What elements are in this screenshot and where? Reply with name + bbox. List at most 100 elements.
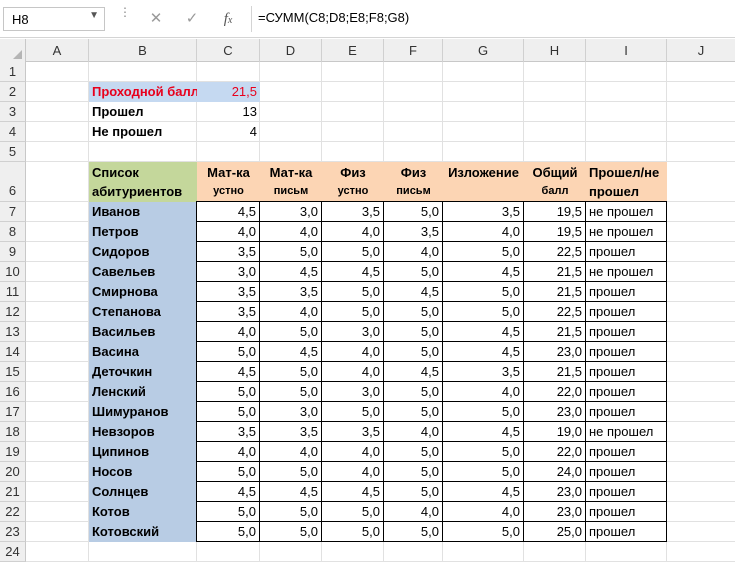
row-header-22[interactable]: 22: [0, 502, 26, 522]
score-physics-written[interactable]: 5,0: [384, 442, 443, 462]
row-header-19[interactable]: 19: [0, 442, 26, 462]
column-header-i[interactable]: I: [586, 39, 667, 62]
score-essay[interactable]: 3,5: [443, 362, 524, 382]
column-header-d[interactable]: D: [260, 39, 322, 62]
row-header-9[interactable]: 9: [0, 242, 26, 262]
header-math-written[interactable]: Мат-ка письм: [260, 162, 322, 202]
column-header-f[interactable]: F: [384, 39, 443, 62]
column-header-b[interactable]: B: [89, 39, 197, 62]
score-math-oral[interactable]: 3,5: [197, 282, 260, 302]
cancel-icon[interactable]: ✕: [142, 8, 170, 30]
score-physics-oral[interactable]: 3,0: [322, 322, 384, 342]
score-math-written[interactable]: 4,0: [260, 222, 322, 242]
score-math-written[interactable]: 5,0: [260, 522, 322, 542]
score-physics-oral[interactable]: 5,0: [322, 302, 384, 322]
score-physics-oral[interactable]: 5,0: [322, 402, 384, 422]
header-math-oral[interactable]: Мат-ка устно: [197, 162, 260, 202]
row-header-18[interactable]: 18: [0, 422, 26, 442]
row-header-15[interactable]: 15: [0, 362, 26, 382]
score-essay[interactable]: 3,5: [443, 202, 524, 222]
result-status[interactable]: прошел: [586, 382, 667, 402]
score-math-written[interactable]: 4,0: [260, 302, 322, 322]
score-math-written[interactable]: 3,0: [260, 202, 322, 222]
score-essay[interactable]: 4,5: [443, 262, 524, 282]
score-essay[interactable]: 4,0: [443, 222, 524, 242]
column-header-j[interactable]: J: [667, 39, 735, 62]
score-physics-oral[interactable]: 4,5: [322, 482, 384, 502]
score-physics-oral[interactable]: 4,0: [322, 342, 384, 362]
score-math-oral[interactable]: 5,0: [197, 462, 260, 482]
score-math-written[interactable]: 4,5: [260, 262, 322, 282]
score-total[interactable]: 23,0: [524, 482, 586, 502]
result-status[interactable]: прошел: [586, 502, 667, 522]
row-header-14[interactable]: 14: [0, 342, 26, 362]
score-physics-oral[interactable]: 5,0: [322, 242, 384, 262]
score-math-oral[interactable]: 5,0: [197, 502, 260, 522]
score-physics-written[interactable]: 5,0: [384, 322, 443, 342]
row-header-20[interactable]: 20: [0, 462, 26, 482]
score-essay[interactable]: 5,0: [443, 242, 524, 262]
score-total[interactable]: 23,0: [524, 342, 586, 362]
score-math-oral[interactable]: 3,5: [197, 242, 260, 262]
score-total[interactable]: 22,5: [524, 302, 586, 322]
score-physics-oral[interactable]: 4,0: [322, 442, 384, 462]
passed-count[interactable]: 13: [197, 102, 260, 122]
student-name[interactable]: Савельев: [89, 262, 197, 282]
score-math-oral[interactable]: 3,5: [197, 422, 260, 442]
row-header-3[interactable]: 3: [0, 102, 26, 122]
score-physics-oral[interactable]: 4,0: [322, 362, 384, 382]
score-math-written[interactable]: 3,0: [260, 402, 322, 422]
score-math-oral[interactable]: 3,5: [197, 302, 260, 322]
score-math-written[interactable]: 5,0: [260, 362, 322, 382]
student-name[interactable]: Иванов: [89, 202, 197, 222]
score-total[interactable]: 23,0: [524, 502, 586, 522]
score-math-written[interactable]: 3,5: [260, 422, 322, 442]
score-math-written[interactable]: 4,5: [260, 482, 322, 502]
row-header-6[interactable]: 6: [0, 162, 26, 202]
row-header-5[interactable]: 5: [0, 142, 26, 162]
score-physics-oral[interactable]: 3,5: [322, 202, 384, 222]
result-status[interactable]: прошел: [586, 442, 667, 462]
chevron-down-icon[interactable]: ▼: [89, 10, 99, 21]
row-header-1[interactable]: 1: [0, 62, 26, 82]
score-essay[interactable]: 4,0: [443, 502, 524, 522]
score-total[interactable]: 19,5: [524, 222, 586, 242]
score-math-oral[interactable]: 3,0: [197, 262, 260, 282]
result-status[interactable]: не прошел: [586, 222, 667, 242]
result-status[interactable]: прошел: [586, 362, 667, 382]
score-essay[interactable]: 5,0: [443, 442, 524, 462]
passing-score-label[interactable]: Проходной балл: [89, 82, 197, 102]
score-math-written[interactable]: 3,5: [260, 282, 322, 302]
score-math-written[interactable]: 5,0: [260, 382, 322, 402]
column-header-g[interactable]: G: [443, 39, 524, 62]
insert-function-icon[interactable]: fx: [214, 8, 242, 30]
result-status[interactable]: прошел: [586, 242, 667, 262]
score-physics-written[interactable]: 5,0: [384, 262, 443, 282]
student-name[interactable]: Петров: [89, 222, 197, 242]
score-essay[interactable]: 5,0: [443, 522, 524, 542]
column-header-h[interactable]: H: [524, 39, 586, 62]
score-total[interactable]: 25,0: [524, 522, 586, 542]
score-total[interactable]: 22,0: [524, 442, 586, 462]
student-name[interactable]: Сидоров: [89, 242, 197, 262]
formula-input[interactable]: =СУММ(C8;D8;E8;F8;G8): [258, 10, 409, 25]
score-math-oral[interactable]: 5,0: [197, 342, 260, 362]
select-all-button[interactable]: [0, 39, 26, 62]
result-status[interactable]: прошел: [586, 322, 667, 342]
sheet-grid[interactable]: Проходной балл 21,5 Прошел 13 Не прошел 4 Спис…: [26, 62, 735, 562]
score-math-oral[interactable]: 5,0: [197, 402, 260, 422]
student-name[interactable]: Деточкин: [89, 362, 197, 382]
row-header-10[interactable]: 10: [0, 262, 26, 282]
score-total[interactable]: 24,0: [524, 462, 586, 482]
score-total[interactable]: 19,5: [524, 202, 586, 222]
score-physics-written[interactable]: 5,0: [384, 482, 443, 502]
score-essay[interactable]: 5,0: [443, 302, 524, 322]
header-physics-oral[interactable]: Физ устно: [322, 162, 384, 202]
result-status[interactable]: прошел: [586, 482, 667, 502]
score-essay[interactable]: 5,0: [443, 402, 524, 422]
student-name[interactable]: Степанова: [89, 302, 197, 322]
score-math-written[interactable]: 5,0: [260, 322, 322, 342]
score-physics-written[interactable]: 5,0: [384, 382, 443, 402]
name-box[interactable]: H8 ▼: [3, 7, 105, 31]
score-physics-oral[interactable]: 5,0: [322, 282, 384, 302]
